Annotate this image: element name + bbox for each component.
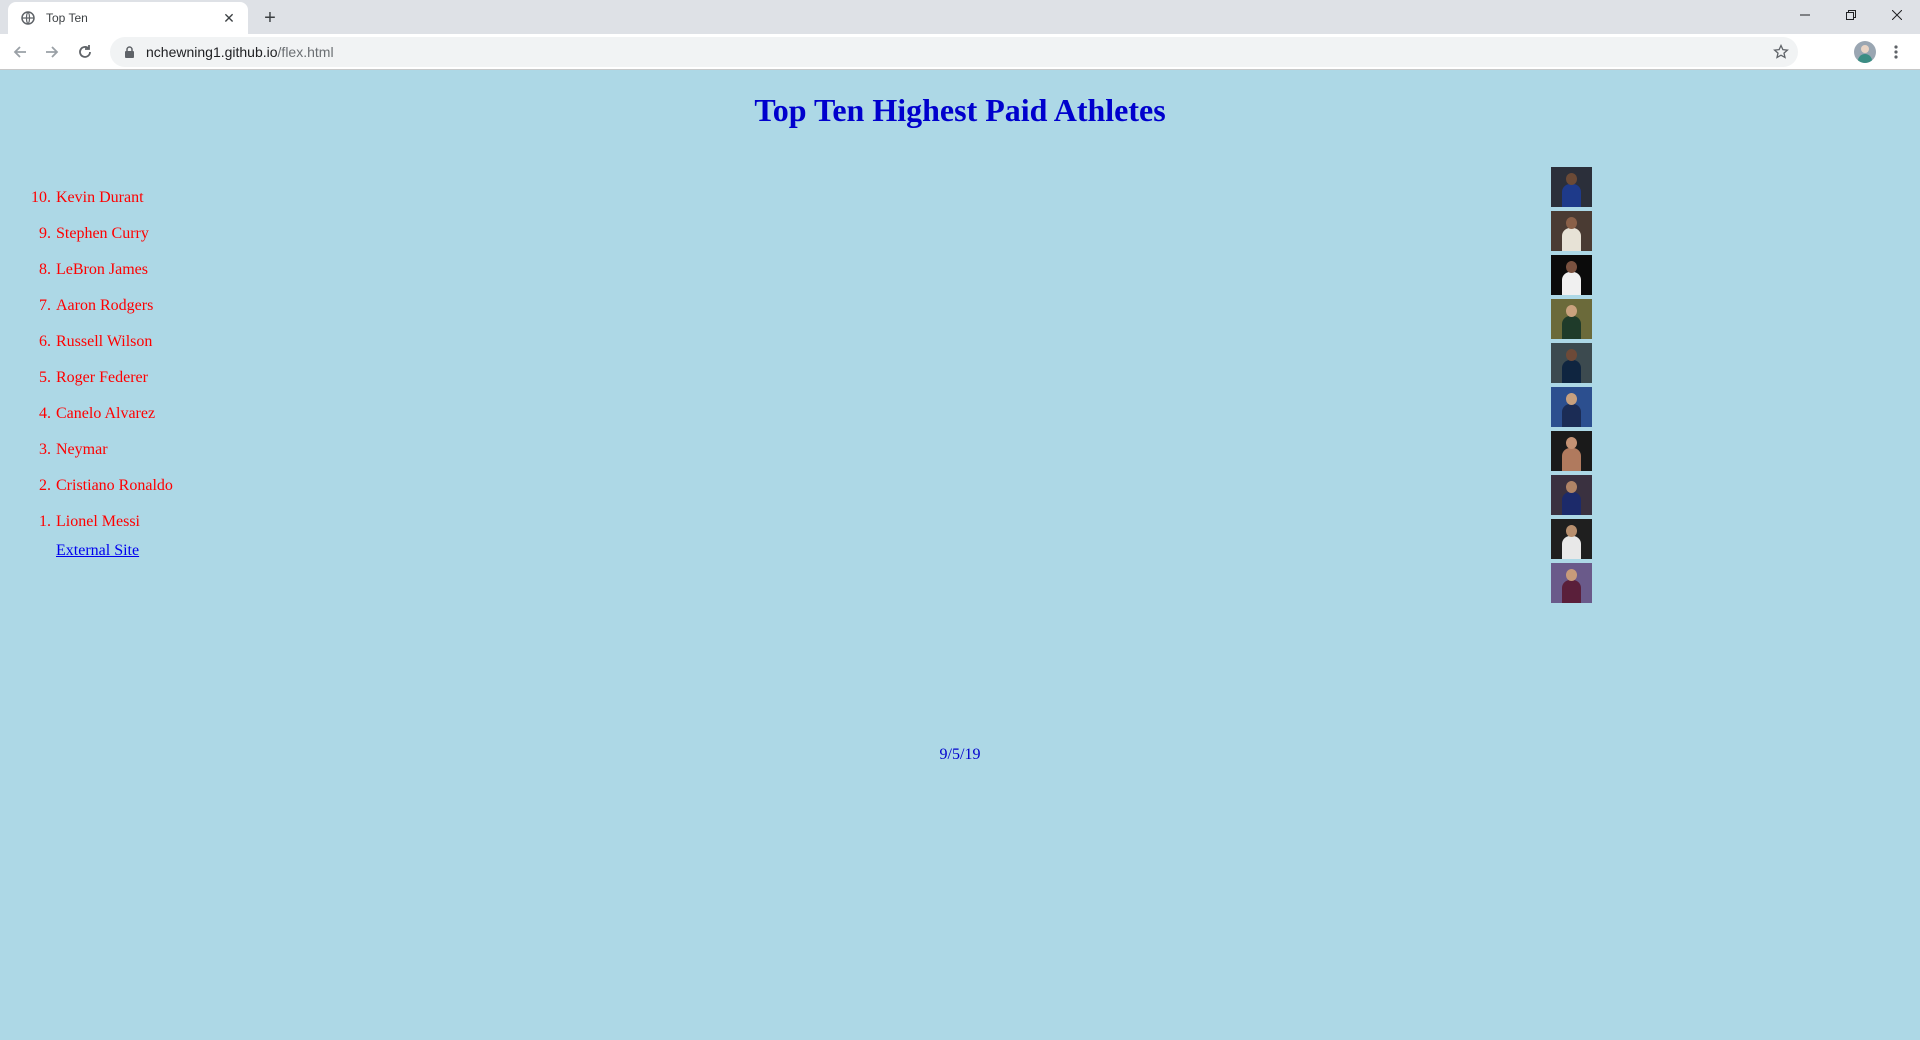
window-controls [1782,0,1920,30]
athlete-name: Kevin Durant [56,189,144,206]
rank: 5. [39,369,51,386]
rank: 1. [39,513,51,530]
close-window-icon[interactable] [1874,0,1920,30]
address-bar[interactable]: nchewning1.github.io/flex.html [110,37,1798,67]
tab-title: Top Ten [46,11,88,25]
forward-arrow-icon[interactable] [38,38,66,66]
footer-date: 9/5/19 [939,746,981,763]
reload-icon[interactable] [71,38,99,66]
athlete-photo [1551,387,1592,427]
restore-icon[interactable] [1828,0,1874,30]
rank: 2. [39,477,51,494]
athlete-photo [1551,343,1592,383]
rank: 6. [39,333,51,350]
close-tab-icon[interactable]: ✕ [220,9,238,27]
profile-avatar[interactable] [1854,41,1876,63]
athlete-name: Russell Wilson [56,333,153,350]
athlete-photo-column [1551,167,1592,607]
athlete-photo [1551,475,1592,515]
rank: 7. [39,297,51,314]
athlete-photo [1551,563,1592,603]
list-item: 6. Russell Wilson [22,324,173,360]
list-item: 1. Lionel Messi [22,504,173,540]
browser-toolbar: nchewning1.github.io/flex.html [0,34,1920,70]
athlete-photo [1551,299,1592,339]
list-item: 5. Roger Federer [22,360,173,396]
list-item: 3. Neymar [22,432,173,468]
rank: 10. [31,189,51,206]
new-tab-button[interactable]: + [258,6,282,30]
tab-top-ten[interactable]: Top Ten ✕ [8,2,248,34]
athlete-photo [1551,255,1592,295]
athlete-name: LeBron James [56,261,148,278]
athlete-photo [1551,431,1592,471]
athlete-photo [1551,519,1592,559]
url-host: nchewning1.github.io [146,44,278,60]
athlete-photo [1551,211,1592,251]
url-path: /flex.html [277,44,334,60]
list-item: 8. LeBron James [22,252,173,288]
athlete-name: Stephen Curry [56,225,149,242]
kebab-menu-icon[interactable] [1884,40,1908,64]
lock-icon[interactable] [122,45,136,59]
athlete-name: Neymar [56,441,108,458]
list-item: 2. Cristiano Ronaldo [22,468,173,504]
list-item: 7. Aaron Rodgers [22,288,173,324]
bookmark-star-icon[interactable] [1772,43,1790,61]
athlete-name: Aaron Rodgers [56,297,154,314]
athlete-name: Lionel Messi [56,513,140,530]
list-item: 9. Stephen Curry [22,216,173,252]
athlete-name: Cristiano Ronaldo [56,477,173,494]
page-body: Top Ten Highest Paid Athletes 10. Kevin D… [0,70,1920,1040]
globe-icon [20,10,36,26]
tab-strip: Top Ten ✕ + [0,0,1920,34]
rank: 4. [39,405,51,422]
athlete-name: Roger Federer [56,369,148,386]
rank: 9. [39,225,51,242]
external-site-link[interactable]: External Site [56,542,139,560]
rank: 8. [39,261,51,278]
back-arrow-icon[interactable] [6,38,34,66]
list-item: 4. Canelo Alvarez [22,396,173,432]
minimize-icon[interactable] [1782,0,1828,30]
athlete-list: 10. Kevin Durant 9. Stephen Curry 8. LeBron… [22,180,173,540]
list-item: 10. Kevin Durant [22,180,173,216]
page-title: Top Ten Highest Paid Athletes [754,92,1166,128]
athlete-name: Canelo Alvarez [56,405,156,422]
athlete-photo [1551,167,1592,207]
rank: 3. [39,441,51,458]
